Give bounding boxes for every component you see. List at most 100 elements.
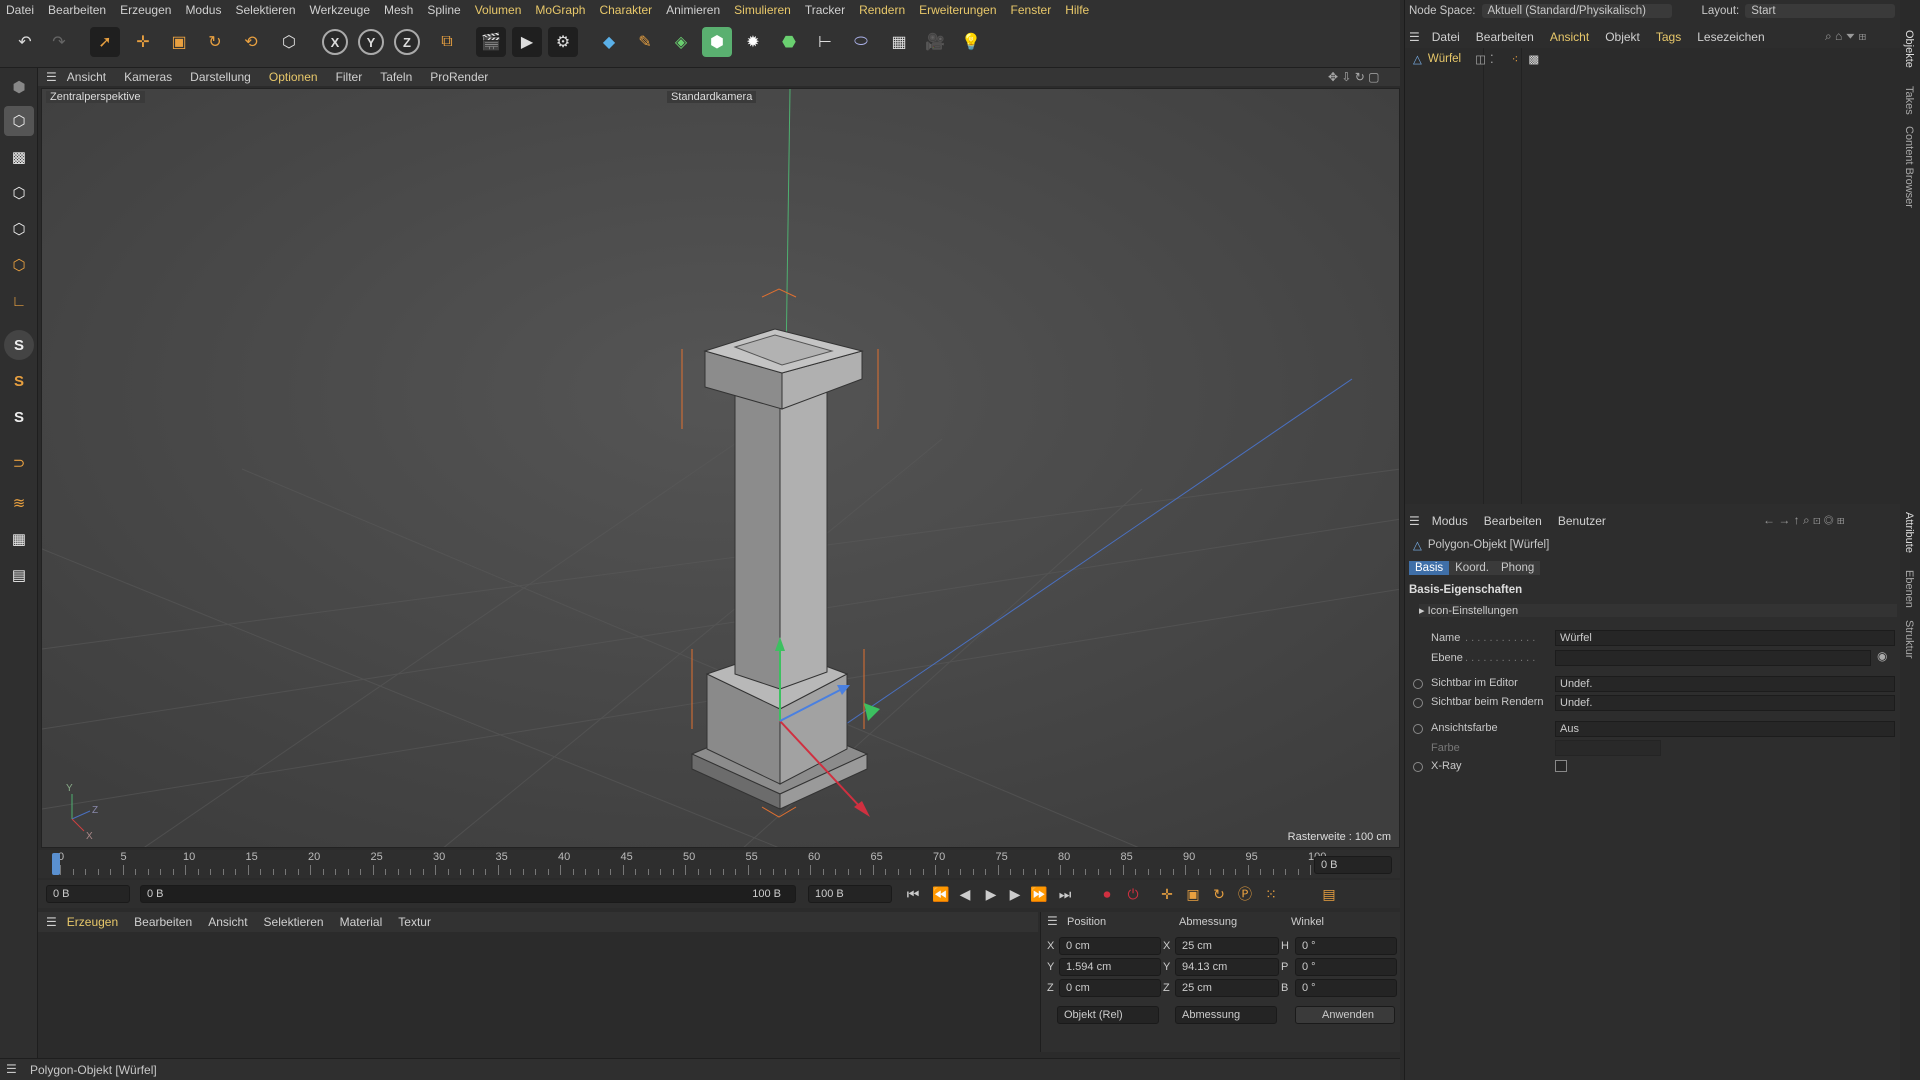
hamburger-icon[interactable]: ☰ — [1047, 914, 1058, 928]
layer-pick-icon[interactable]: ◉ — [1877, 649, 1887, 663]
light-icon[interactable]: 💡 — [956, 27, 986, 57]
render-settings-icon[interactable]: ⚙ — [548, 27, 578, 57]
model-mode-icon[interactable]: ⬡ — [4, 106, 34, 136]
field-icon[interactable]: ⊢ — [810, 27, 840, 57]
snap-settings-icon[interactable]: S — [4, 366, 34, 396]
side-tab-ebenen[interactable]: Ebenen — [1903, 570, 1915, 608]
attr-menu-benutzer[interactable]: Benutzer — [1558, 514, 1606, 528]
goto-end-icon[interactable]: ⏭ — [1054, 884, 1076, 904]
align-workplane-icon[interactable]: ▤ — [4, 560, 34, 590]
obj-menu-tags[interactable]: Tags — [1656, 30, 1681, 44]
mat-menu-textur[interactable]: Textur — [398, 915, 431, 929]
angle-h-field[interactable]: 0 ° — [1295, 937, 1397, 955]
side-tab-objekte[interactable]: Objekte — [1903, 30, 1915, 68]
xray-anim-icon[interactable] — [1413, 762, 1423, 772]
vis-editor-anim-icon[interactable] — [1413, 679, 1423, 689]
side-tab-attribute[interactable]: Attribute — [1903, 512, 1915, 553]
deformer-icon[interactable]: ⬣ — [774, 27, 804, 57]
object-manager[interactable]: △ Würfel ◫ ⁚ ⁖ ▩ — [1405, 48, 1901, 504]
menu-modus[interactable]: Modus — [185, 3, 221, 17]
menu-erzeugen[interactable]: Erzeugen — [120, 3, 171, 17]
record-icon[interactable]: ⏺ — [1096, 884, 1118, 904]
mat-menu-selektieren[interactable]: Selektieren — [264, 915, 324, 929]
menu-rendern[interactable]: Rendern — [859, 3, 905, 17]
scale-tool-icon[interactable]: ▣ — [164, 27, 194, 57]
vp-menu-filter[interactable]: Filter — [336, 70, 363, 84]
menu-selektieren[interactable]: Selektieren — [235, 3, 295, 17]
vp-menu-prorender[interactable]: ProRender — [430, 70, 488, 84]
hamburger-icon[interactable]: ☰ — [1409, 514, 1420, 528]
obj-menu-bearbeiten[interactable]: Bearbeiten — [1476, 30, 1534, 44]
floor-icon[interactable]: ▦ — [884, 27, 914, 57]
start-frame-field[interactable]: 0 B — [46, 885, 130, 903]
next-key-icon[interactable]: ⏩ — [1028, 884, 1050, 904]
prev-frame-icon[interactable]: ◀ — [954, 884, 976, 904]
mat-menu-material[interactable]: Material — [340, 915, 383, 929]
redo-icon[interactable]: ↷ — [44, 27, 74, 57]
snap-icon[interactable]: S — [4, 330, 34, 360]
current-frame-field[interactable]: 0 B — [1314, 856, 1392, 874]
vp-menu-kameras[interactable]: Kameras — [124, 70, 172, 84]
visibility-dots-icon[interactable]: ⁚ — [1490, 52, 1494, 66]
side-tab-struktur[interactable]: Struktur — [1903, 620, 1915, 659]
display-color-select[interactable]: Aus — [1555, 721, 1895, 737]
quantize-icon[interactable]: S — [4, 402, 34, 432]
size-y-field[interactable]: 94.13 cm — [1175, 958, 1279, 976]
hamburger-icon[interactable]: ☰ — [6, 1062, 17, 1076]
menu-tracker[interactable]: Tracker — [805, 3, 845, 17]
menu-fenster[interactable]: Fenster — [1011, 3, 1052, 17]
key-rotation-icon[interactable]: ↻ — [1208, 884, 1230, 904]
range-slider[interactable]: 0 B 100 B — [140, 885, 796, 903]
edges-mode-icon[interactable]: ⬡ — [4, 214, 34, 244]
move-tool-icon[interactable]: ✛ — [128, 27, 158, 57]
hamburger-icon[interactable]: ☰ — [1409, 30, 1420, 44]
object-row-wuerfel[interactable]: △ Würfel ◫ ⁚ ⁖ ▩ — [1413, 52, 1539, 66]
side-tab-takes[interactable]: Takes — [1903, 86, 1915, 115]
next-frame-icon[interactable]: ▶ — [1004, 884, 1026, 904]
attr-nav-icons[interactable]: ← → ↑ ⌕ ⊡ ◎ ⊞ — [1763, 513, 1844, 528]
pen-spline-icon[interactable]: ✎ — [630, 27, 660, 57]
world-coords-icon[interactable]: ⧉ — [432, 27, 462, 57]
visibility-toggle-icon[interactable]: ◫ — [1475, 52, 1486, 66]
pos-z-field[interactable]: 0 cm — [1059, 979, 1161, 997]
mat-menu-erzeugen[interactable]: Erzeugen — [67, 915, 118, 929]
color-swatch[interactable] — [1555, 740, 1661, 756]
play-icon[interactable]: ▶ — [980, 884, 1002, 904]
vis-render-anim-icon[interactable] — [1413, 698, 1423, 708]
menu-bearbeiten[interactable]: Bearbeiten — [48, 3, 106, 17]
cloner-icon[interactable]: ✹ — [738, 27, 768, 57]
size-z-field[interactable]: 25 cm — [1175, 979, 1279, 997]
menu-erweiterungen[interactable]: Erweiterungen — [919, 3, 996, 17]
hamburger-icon[interactable]: ☰ — [46, 915, 57, 929]
render-region-icon[interactable]: 🎬 — [476, 27, 506, 57]
polygons-mode-icon[interactable]: ⬡ — [4, 250, 34, 280]
vp-menu-optionen[interactable]: Optionen — [269, 70, 318, 84]
pos-x-field[interactable]: 0 cm — [1059, 937, 1161, 955]
tab-koord[interactable]: Koord. — [1449, 561, 1496, 575]
layer-field[interactable] — [1555, 650, 1871, 666]
attr-menu-bearbeiten[interactable]: Bearbeiten — [1484, 514, 1542, 528]
workplane-icon[interactable]: ≋ — [4, 488, 34, 518]
playhead[interactable] — [52, 853, 60, 875]
phong-tag-icon[interactable]: ⁖ — [1512, 52, 1519, 66]
texture-mode-icon[interactable]: ▩ — [4, 142, 34, 172]
vp-menu-darstellung[interactable]: Darstellung — [190, 70, 251, 84]
key-position-icon[interactable]: ✛ — [1156, 884, 1178, 904]
size-mode-select[interactable]: Abmessung — [1175, 1006, 1277, 1024]
select-tool-icon[interactable]: ➚ — [90, 27, 120, 57]
menu-simulieren[interactable]: Simulieren — [734, 3, 791, 17]
timeline-window-icon[interactable]: ▤ — [1318, 884, 1340, 904]
vp-menu-tafeln[interactable]: Tafeln — [380, 70, 412, 84]
camera-label[interactable]: Standardkamera — [667, 91, 757, 103]
material-area[interactable] — [38, 934, 1038, 1052]
make-editable-icon[interactable]: ⬢ — [4, 72, 34, 102]
key-param-icon[interactable]: Ⓟ — [1234, 884, 1256, 904]
menu-animieren[interactable]: Animieren — [666, 3, 720, 17]
undo-icon[interactable]: ↶ — [10, 27, 40, 57]
menu-volumen[interactable]: Volumen — [475, 3, 522, 17]
key-scale-icon[interactable]: ▣ — [1182, 884, 1204, 904]
x-axis-lock-icon[interactable]: X — [322, 29, 348, 55]
icon-settings-toggle[interactable]: ▸ Icon-Einstellungen — [1419, 604, 1897, 617]
size-x-field[interactable]: 25 cm — [1175, 937, 1279, 955]
xray-checkbox[interactable] — [1555, 760, 1567, 772]
